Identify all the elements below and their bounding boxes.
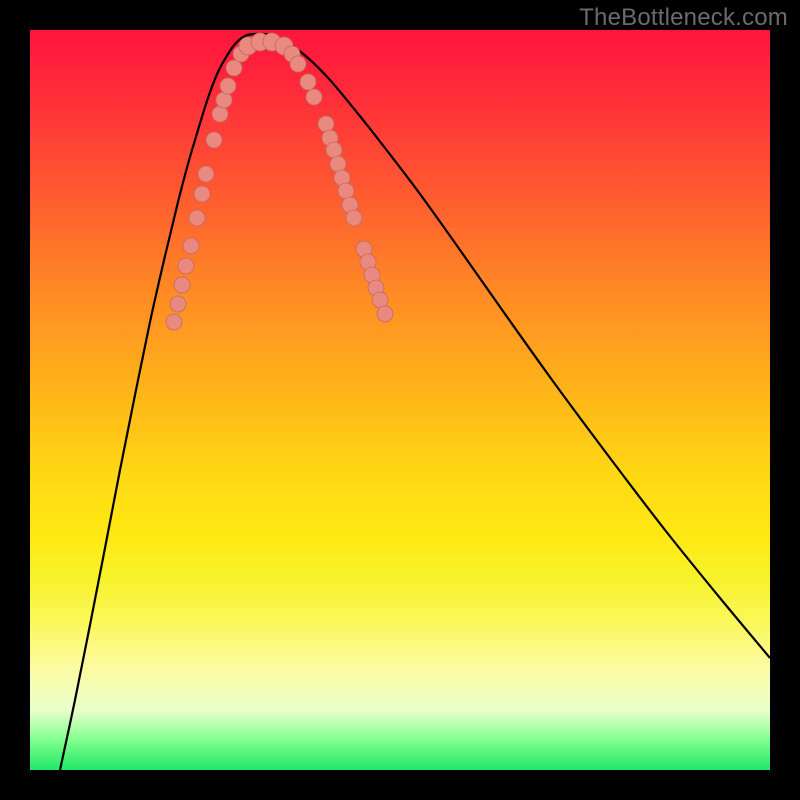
outer-frame: TheBottleneck.com [0,0,800,800]
watermark-text: TheBottleneck.com [579,4,788,32]
plot-area [30,30,770,770]
